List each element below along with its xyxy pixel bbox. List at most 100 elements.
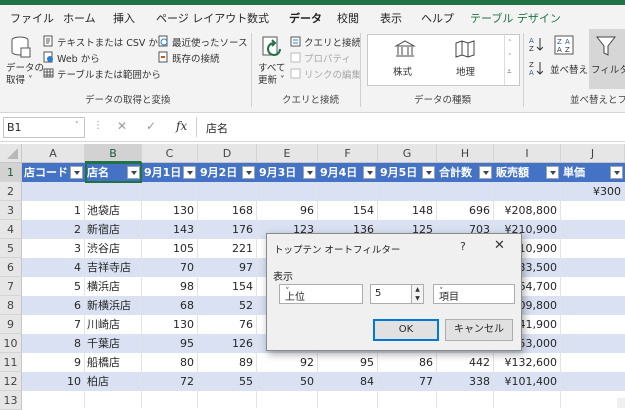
table-cell[interactable]: 154: [318, 201, 378, 220]
from-table-button[interactable]: テーブルまたは範囲から: [57, 67, 161, 81]
column-header-j[interactable]: J: [561, 144, 625, 163]
table-cell[interactable]: 80: [142, 353, 198, 372]
recent-sources-button[interactable]: 最近使ったソース: [172, 35, 248, 49]
column-header-i[interactable]: I: [494, 144, 561, 163]
table-cell[interactable]: 横浜店: [85, 277, 142, 296]
table-cell[interactable]: 84: [318, 372, 378, 391]
column-header-d[interactable]: D: [198, 144, 257, 163]
table-cell[interactable]: 10: [22, 372, 85, 391]
table-cell[interactable]: 77: [378, 372, 437, 391]
properties-button[interactable]: プロパティ: [304, 51, 351, 65]
table-cell[interactable]: 442: [437, 353, 494, 372]
table-cell[interactable]: 130: [142, 201, 198, 220]
column-header-b[interactable]: B: [85, 144, 142, 163]
sort-button[interactable]: 並べ替え: [550, 62, 588, 76]
table-cell[interactable]: 新宿店: [85, 220, 142, 239]
table-cell[interactable]: 柏店: [85, 372, 142, 391]
direction-select[interactable]: 上位 ˅: [279, 284, 363, 304]
table-cell[interactable]: 105: [142, 239, 198, 258]
close-icon[interactable]: ✕: [494, 238, 505, 253]
table-cell[interactable]: 98: [142, 277, 198, 296]
name-box[interactable]: B1 ˅: [3, 117, 85, 138]
table-cell[interactable]: 2: [22, 220, 85, 239]
row-header-13[interactable]: 13: [0, 391, 22, 410]
cancel-icon[interactable]: ✕: [117, 119, 127, 133]
row-header-6[interactable]: 6: [0, 258, 22, 277]
table-cell[interactable]: 50: [257, 372, 318, 391]
table-header-cell[interactable]: 単価: [561, 163, 610, 182]
row-header-2[interactable]: 2: [0, 182, 22, 201]
table-cell[interactable]: 新横浜店: [85, 296, 142, 315]
tab-data[interactable]: データ: [289, 10, 322, 31]
more-options-icon[interactable]: ⋮: [93, 120, 103, 131]
filter-button[interactable]: フィルター: [591, 62, 625, 76]
table-header-cell[interactable]: 9月5日: [378, 163, 422, 182]
table-header-cell[interactable]: 販売額: [494, 163, 546, 182]
existing-connections-button[interactable]: 既存の接続: [172, 51, 220, 65]
filter-dropdown-icon[interactable]: [303, 166, 316, 179]
table-cell[interactable]: 95: [142, 334, 198, 353]
table-cell[interactable]: 176: [198, 220, 257, 239]
unit-select[interactable]: 項目 ˅: [433, 284, 515, 304]
column-header-c[interactable]: C: [142, 144, 198, 163]
spin-down-icon[interactable]: ▼: [411, 294, 423, 303]
column-header-a[interactable]: A: [22, 144, 85, 163]
filter-dropdown-icon[interactable]: [70, 166, 83, 179]
formula-content[interactable]: 店名: [206, 120, 228, 136]
table-cell[interactable]: 池袋店: [85, 201, 142, 220]
count-value[interactable]: 5: [375, 288, 381, 299]
table-cell[interactable]: 3: [22, 239, 85, 258]
table-cell[interactable]: 338: [437, 372, 494, 391]
filter-dropdown-icon[interactable]: [183, 166, 196, 179]
table-cell[interactable]: 52: [198, 296, 257, 315]
from-web-button[interactable]: Web から: [57, 51, 100, 65]
stocks-button[interactable]: 株式: [393, 64, 412, 78]
gallery-expand-icon[interactable]: ⩡: [507, 67, 512, 77]
table-cell[interactable]: 89: [198, 353, 257, 372]
table-cell[interactable]: 221: [198, 239, 257, 258]
table-cell[interactable]: 55: [198, 372, 257, 391]
table-cell[interactable]: ¥132,600: [494, 353, 561, 372]
chevron-down-icon[interactable]: ˅: [508, 53, 512, 61]
column-header-f[interactable]: F: [318, 144, 378, 163]
filter-dropdown-icon[interactable]: [479, 166, 492, 179]
count-spinner[interactable]: 5 ▲ ▼: [370, 284, 424, 304]
tab-insert[interactable]: 挿入: [113, 10, 135, 26]
row-header-11[interactable]: 11: [0, 353, 22, 372]
table-cell[interactable]: 渋谷店: [85, 239, 142, 258]
row-header-7[interactable]: 7: [0, 277, 22, 296]
cancel-button[interactable]: キャンセル: [445, 319, 513, 341]
table-cell[interactable]: 143: [142, 220, 198, 239]
table-cell[interactable]: 4: [22, 258, 85, 277]
select-all-corner[interactable]: [0, 144, 22, 163]
help-button[interactable]: ?: [460, 240, 466, 253]
column-header-g[interactable]: G: [378, 144, 437, 163]
table-cell[interactable]: 97: [198, 258, 257, 277]
table-cell[interactable]: 154: [198, 277, 257, 296]
table-header-cell[interactable]: 9月4日: [318, 163, 363, 182]
table-cell[interactable]: 696: [437, 201, 494, 220]
column-header-h[interactable]: H: [437, 144, 494, 163]
filter-dropdown-icon[interactable]: [546, 166, 559, 179]
table-cell[interactable]: 168: [198, 201, 257, 220]
refresh-all-dropdown[interactable]: 更新 ˅: [258, 72, 285, 86]
table-cell[interactable]: 148: [378, 201, 437, 220]
row-header-3[interactable]: 3: [0, 201, 22, 220]
table-cell[interactable]: 千葉店: [85, 334, 142, 353]
table-cell[interactable]: 吉祥寺店: [85, 258, 142, 277]
table-cell[interactable]: 5: [22, 277, 85, 296]
table-cell[interactable]: 7: [22, 315, 85, 334]
tab-help[interactable]: ヘルプ: [421, 10, 454, 26]
from-text-csv-button[interactable]: テキストまたは CSV から: [57, 35, 167, 49]
table-cell[interactable]: 70: [142, 258, 198, 277]
table-cell[interactable]: 130: [142, 315, 198, 334]
row-header-9[interactable]: 9: [0, 315, 22, 334]
gallery-scroll[interactable]: ˄ ˅ ⩡: [504, 35, 519, 85]
table-header-cell[interactable]: 合計数: [437, 163, 479, 182]
table-cell[interactable]: 86: [378, 353, 437, 372]
tab-table-design[interactable]: テーブル デザイン: [470, 10, 561, 26]
table-cell[interactable]: 68: [142, 296, 198, 315]
table-cell[interactable]: 川崎店: [85, 315, 142, 334]
filter-dropdown-icon[interactable]: [242, 166, 255, 179]
column-header-e[interactable]: E: [257, 144, 318, 163]
